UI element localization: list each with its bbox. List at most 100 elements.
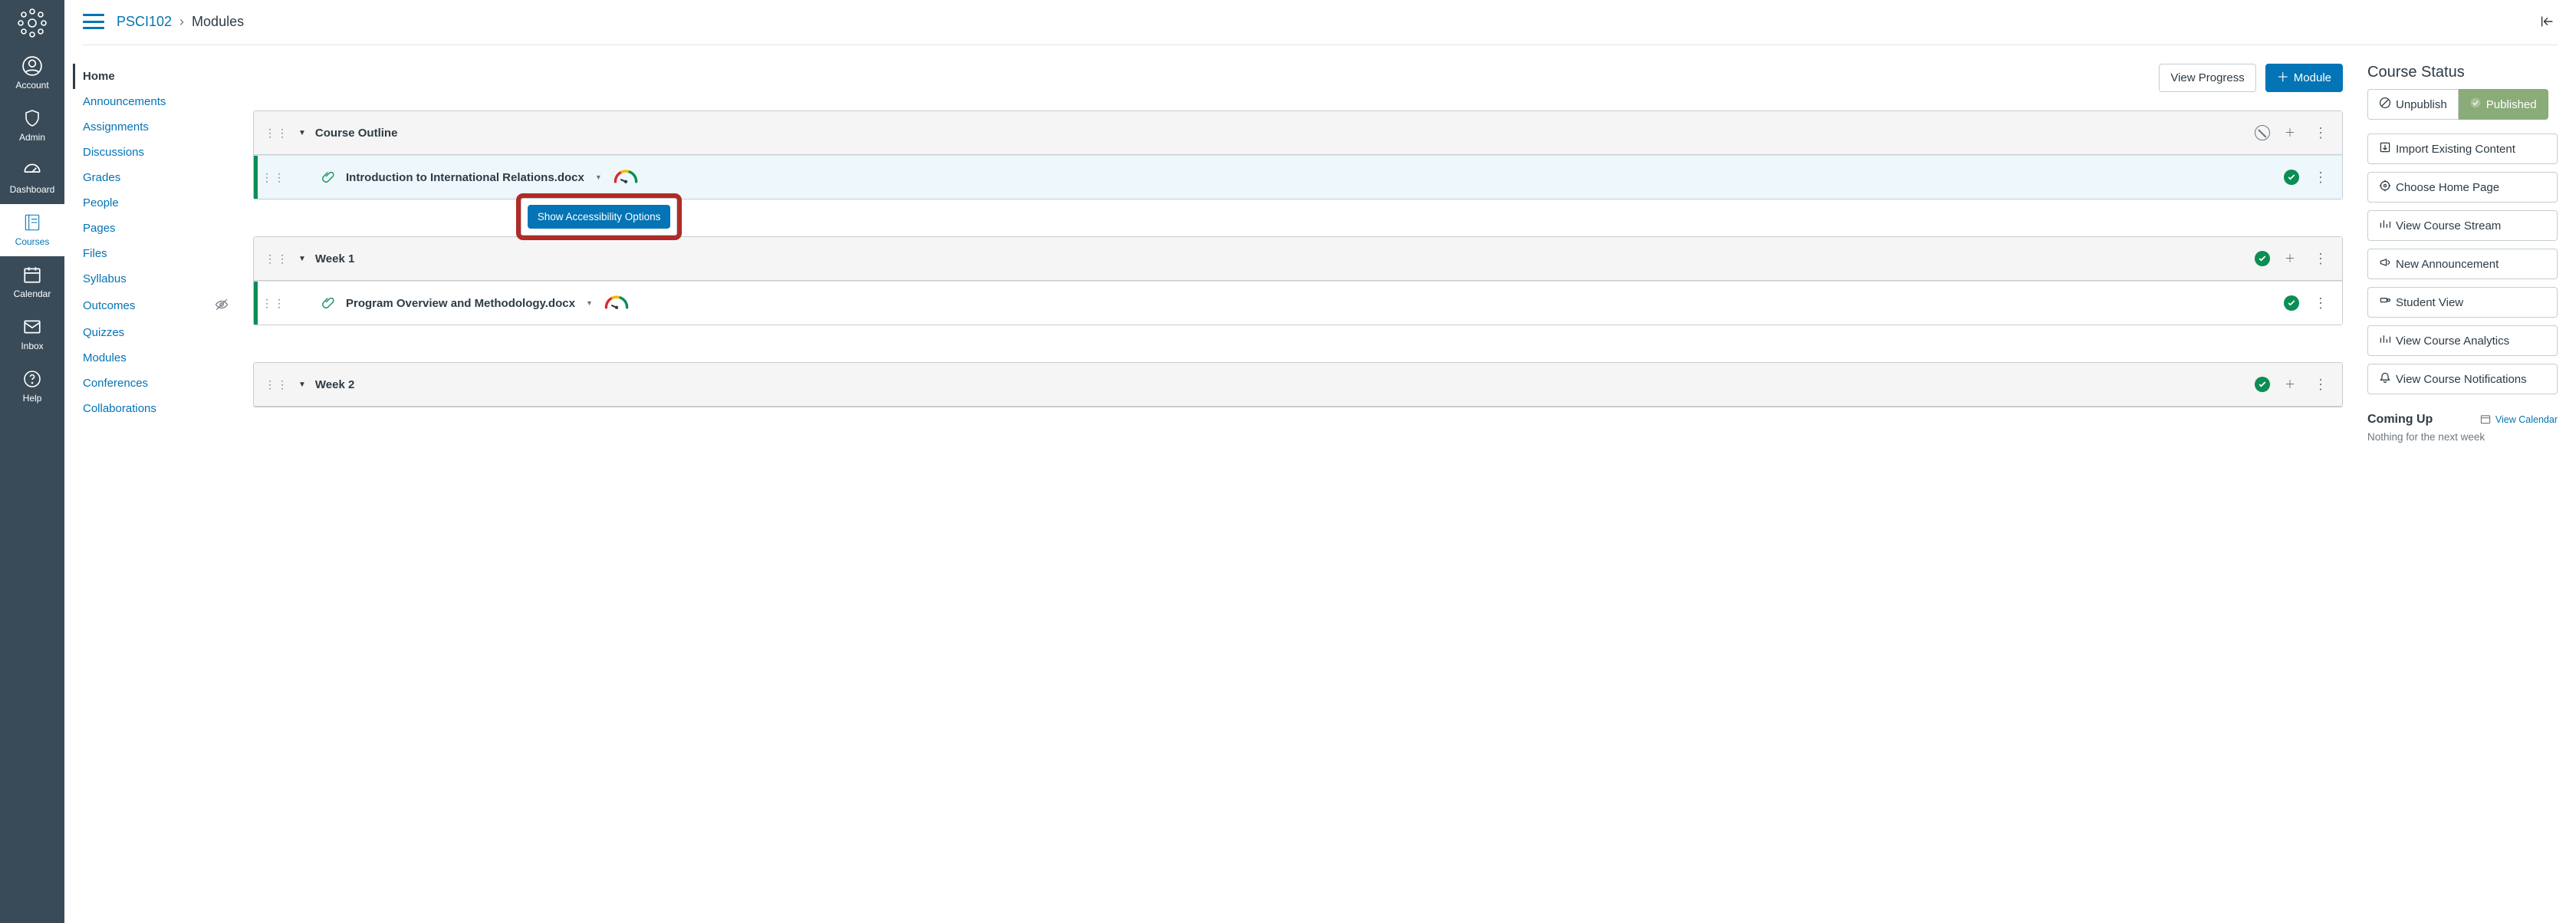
sidebar-action-label: Student View: [2396, 296, 2463, 309]
show-accessibility-options-label: Show Accessibility Options: [538, 211, 661, 223]
course-nav-link[interactable]: Conferences: [83, 377, 148, 390]
unpublish-button[interactable]: Unpublish: [2367, 89, 2459, 120]
item-menu-caret-icon[interactable]: ▼: [586, 299, 593, 307]
book-icon: [21, 212, 43, 233]
item-options-button[interactable]: ⋮: [2310, 292, 2331, 314]
drag-handle-icon[interactable]: ⋮⋮: [265, 252, 289, 265]
show-accessibility-options-button[interactable]: Show Accessibility Options: [528, 205, 671, 229]
nav-admin[interactable]: Admin: [0, 100, 64, 152]
sidebar-action-label: Import Existing Content: [2396, 143, 2515, 156]
course-nav-link[interactable]: Grades: [83, 171, 120, 184]
module-options-button[interactable]: ⋮: [2310, 122, 2331, 143]
sidebar-actions: Import Existing Content Choose Home Page V…: [2367, 134, 2558, 394]
course-nav-link[interactable]: Pages: [83, 222, 116, 235]
sidebar-action-notifications[interactable]: View Course Notifications: [2367, 364, 2558, 394]
course-nav-item[interactable]: Conferences: [83, 371, 229, 396]
sidebar-action-analytics[interactable]: View Course Analytics: [2367, 325, 2558, 356]
module-options-button[interactable]: ⋮: [2310, 374, 2331, 395]
nav-help[interactable]: Help: [0, 361, 64, 413]
course-menu-toggle[interactable]: [83, 14, 104, 29]
module-item[interactable]: ⋮⋮Program Overview and Methodology.docx▼…: [254, 281, 2342, 325]
course-nav-link[interactable]: Modules: [83, 351, 127, 364]
nav-inbox-label: Inbox: [21, 341, 43, 351]
sidebar-action-student-view[interactable]: Student View: [2367, 287, 2558, 318]
published-button[interactable]: Published: [2459, 89, 2548, 120]
course-nav-item[interactable]: Pages: [83, 216, 229, 241]
check-circle-icon: [2469, 97, 2482, 112]
module-item[interactable]: ⋮⋮Introduction to International Relation…: [254, 155, 2342, 199]
course-nav-link[interactable]: Syllabus: [83, 272, 127, 285]
view-calendar-label: View Calendar: [2495, 414, 2558, 425]
published-icon[interactable]: [2255, 251, 2270, 266]
breadcrumb-course[interactable]: PSCI102: [117, 14, 172, 30]
course-nav-item[interactable]: Discussions: [83, 140, 229, 165]
drag-handle-icon[interactable]: ⋮⋮: [262, 297, 286, 310]
course-nav-link[interactable]: Discussions: [83, 146, 144, 159]
published-icon[interactable]: [2284, 295, 2299, 311]
nav-account-label: Account: [15, 80, 48, 91]
module-options-button[interactable]: ⋮: [2310, 248, 2331, 269]
view-progress-button[interactable]: View Progress: [2159, 64, 2255, 92]
collapse-caret-icon[interactable]: ▼: [298, 255, 306, 263]
nav-inbox[interactable]: Inbox: [0, 308, 64, 361]
add-item-button[interactable]: ＋: [2279, 248, 2301, 269]
breadcrumb-current: Modules: [192, 14, 244, 30]
course-nav-item[interactable]: Assignments: [83, 114, 229, 140]
unpublished-icon[interactable]: [2255, 125, 2270, 140]
course-nav-item[interactable]: Outcomes: [83, 292, 229, 320]
item-menu-caret-icon[interactable]: ▼: [595, 173, 602, 181]
collapse-caret-icon[interactable]: ▼: [298, 129, 306, 137]
shield-icon: [21, 107, 43, 129]
drag-handle-icon[interactable]: ⋮⋮: [265, 127, 289, 140]
published-icon[interactable]: [2255, 377, 2270, 392]
course-nav-item[interactable]: Announcements: [83, 89, 229, 114]
add-item-button[interactable]: ＋: [2279, 374, 2301, 395]
course-nav-link[interactable]: Quizzes: [83, 326, 124, 339]
inbox-icon: [21, 316, 43, 338]
drag-handle-icon[interactable]: ⋮⋮: [262, 171, 286, 184]
collapse-sidebar-button[interactable]: [2536, 11, 2558, 32]
sidebar-action-choose-home[interactable]: Choose Home Page: [2367, 172, 2558, 203]
sidebar-action-import[interactable]: Import Existing Content: [2367, 134, 2558, 164]
published-icon[interactable]: [2284, 170, 2299, 185]
attachment-icon: [321, 295, 335, 312]
course-nav-item[interactable]: Home: [73, 64, 229, 89]
nav-dashboard[interactable]: Dashboard: [0, 152, 64, 204]
sidebar-action-stream[interactable]: View Course Stream: [2367, 210, 2558, 241]
add-module-button[interactable]: ＋ Module: [2265, 64, 2343, 92]
module-title: Course Outline: [315, 127, 398, 140]
collapse-caret-icon[interactable]: ▼: [298, 381, 306, 389]
course-nav-link[interactable]: Files: [83, 247, 107, 260]
drag-handle-icon[interactable]: ⋮⋮: [265, 378, 289, 391]
course-nav-link[interactable]: Announcements: [83, 95, 166, 108]
main-header: View Progress ＋ Module: [253, 64, 2343, 92]
course-nav-link[interactable]: Home: [83, 70, 115, 83]
course-nav-item[interactable]: Syllabus: [83, 266, 229, 292]
course-nav-item[interactable]: Modules: [83, 345, 229, 371]
global-nav: Account Admin Dashboard Courses Calendar…: [0, 0, 64, 923]
course-nav-link[interactable]: People: [83, 196, 119, 209]
breadcrumb-separator: ›: [179, 14, 184, 30]
accessibility-gauge-icon[interactable]: [613, 168, 639, 187]
course-nav-item[interactable]: Grades: [83, 165, 229, 190]
view-calendar-link[interactable]: View Calendar: [2480, 414, 2558, 427]
module: ⋮⋮▼Week 2＋⋮: [253, 362, 2343, 407]
course-nav-item[interactable]: Quizzes: [83, 320, 229, 345]
course-nav-item[interactable]: Collaborations: [83, 396, 229, 421]
course-nav-link[interactable]: Assignments: [83, 120, 149, 134]
course-nav-link[interactable]: Collaborations: [83, 402, 156, 415]
course-nav-item[interactable]: Files: [83, 241, 229, 266]
nav-calendar[interactable]: Calendar: [0, 256, 64, 308]
nav-courses-label: Courses: [15, 236, 50, 247]
add-item-button[interactable]: ＋: [2279, 122, 2301, 143]
course-nav-link[interactable]: Outcomes: [83, 299, 135, 312]
nav-account[interactable]: Account: [0, 48, 64, 100]
accessibility-gauge-icon[interactable]: [604, 294, 630, 313]
sidebar-action-label: View Course Notifications: [2396, 373, 2527, 386]
plus-icon: ＋: [2277, 72, 2289, 84]
nav-courses[interactable]: Courses: [0, 204, 64, 256]
sidebar-action-announcement[interactable]: New Announcement: [2367, 249, 2558, 279]
page: PSCI102 › Modules Home Announcements Assig…: [64, 0, 2576, 444]
item-options-button[interactable]: ⋮: [2310, 166, 2331, 188]
course-nav-item[interactable]: People: [83, 190, 229, 216]
